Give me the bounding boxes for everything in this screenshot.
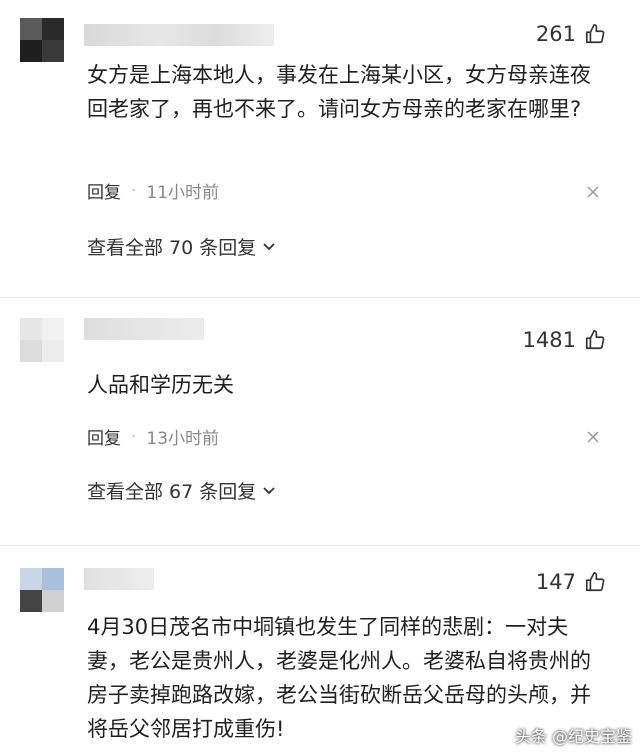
username[interactable]: [84, 24, 274, 46]
thumbs-up-icon: [585, 330, 605, 350]
timestamp: 13小时前: [146, 429, 220, 449]
close-icon[interactable]: [586, 185, 600, 199]
like-count: 261: [535, 22, 576, 46]
thumbs-up-icon: [585, 24, 605, 44]
divider: [0, 297, 640, 298]
avatar[interactable]: [20, 18, 64, 62]
like-button[interactable]: 1481: [523, 328, 606, 352]
comment-meta: 回复 · 11小时前: [87, 178, 220, 204]
username[interactable]: [84, 318, 204, 340]
chevron-down-icon: [263, 486, 275, 494]
comment-item: 261 女方是上海本地人，事发在上海某小区，女方母亲连夜回老家了，再也不来了。请…: [0, 0, 640, 290]
comment-item: 1481 人品和学历无关 回复 · 13小时前 查看全部 67 条回复: [0, 300, 640, 540]
close-icon[interactable]: [586, 430, 600, 444]
view-replies-link[interactable]: 查看全部 70 条回复: [87, 233, 276, 260]
reply-button[interactable]: 回复: [87, 178, 121, 203]
divider: [0, 545, 640, 546]
timestamp: 11小时前: [146, 183, 220, 203]
separator-dot: ·: [131, 426, 137, 447]
comment-text: 人品和学历无关: [87, 373, 234, 397]
like-count: 1481: [522, 328, 576, 352]
like-count: 147: [535, 570, 576, 594]
avatar[interactable]: [20, 318, 64, 362]
thumbs-up-icon: [585, 572, 605, 592]
like-button[interactable]: 261: [536, 22, 606, 46]
view-replies-label: 查看全部 70 条回复: [87, 237, 257, 259]
view-replies-link[interactable]: 查看全部 67 条回复: [87, 477, 276, 504]
watermark: 头条 @纪史宝鉴: [514, 727, 632, 746]
comment-meta: 回复 · 13小时前: [87, 424, 220, 450]
view-replies-label: 查看全部 67 条回复: [87, 481, 257, 503]
reply-button[interactable]: 回复: [87, 424, 121, 449]
chevron-down-icon: [263, 242, 275, 250]
separator-dot: ·: [131, 180, 137, 201]
username[interactable]: [84, 568, 154, 590]
avatar[interactable]: [20, 568, 64, 612]
comment-text: 女方是上海本地人，事发在上海某小区，女方母亲连夜回老家了，再也不来了。请问女方母…: [87, 63, 591, 121]
like-button[interactable]: 147: [536, 570, 606, 594]
